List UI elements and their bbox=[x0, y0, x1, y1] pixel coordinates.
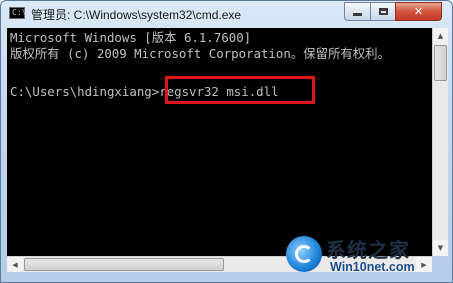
minimize-button[interactable] bbox=[344, 2, 371, 21]
watermark-title: 系统之家 bbox=[326, 238, 410, 262]
console-line-version: Microsoft Windows [版本 6.1.7600] bbox=[10, 30, 252, 45]
scroll-left-arrow-icon[interactable]: ◀ bbox=[7, 257, 23, 272]
cmd-icon: C:\ bbox=[9, 7, 26, 19]
window-title: 管理员: C:\Windows\system32\cmd.exe bbox=[31, 8, 242, 22]
console-output[interactable]: Microsoft Windows [版本 6.1.7600] 版权所有 (c)… bbox=[7, 28, 432, 256]
close-icon: ✕ bbox=[413, 5, 424, 18]
horizontal-scroll-thumb[interactable] bbox=[24, 258, 224, 271]
close-button[interactable]: ✕ bbox=[395, 2, 442, 21]
title-bar[interactable]: C:\ 管理员: C:\Windows\system32\cmd.exe ✕ bbox=[1, 1, 452, 27]
site-watermark: 系统之家 Win10net.com bbox=[286, 232, 449, 280]
command-highlight-box bbox=[165, 76, 315, 104]
console-line-copyright: 版权所有 (c) 2009 Microsoft Corporation。保留所有… bbox=[10, 46, 390, 61]
maximize-button[interactable] bbox=[370, 2, 396, 21]
vertical-scroll-thumb[interactable] bbox=[434, 45, 447, 81]
maximize-icon bbox=[378, 8, 388, 15]
minimize-icon bbox=[353, 13, 362, 16]
watermark-url: Win10net.com bbox=[330, 260, 415, 274]
scroll-up-arrow-icon[interactable]: ▲ bbox=[433, 28, 448, 44]
vertical-scrollbar[interactable]: ▲ ▼ bbox=[432, 28, 448, 256]
site-logo-icon bbox=[286, 236, 322, 272]
